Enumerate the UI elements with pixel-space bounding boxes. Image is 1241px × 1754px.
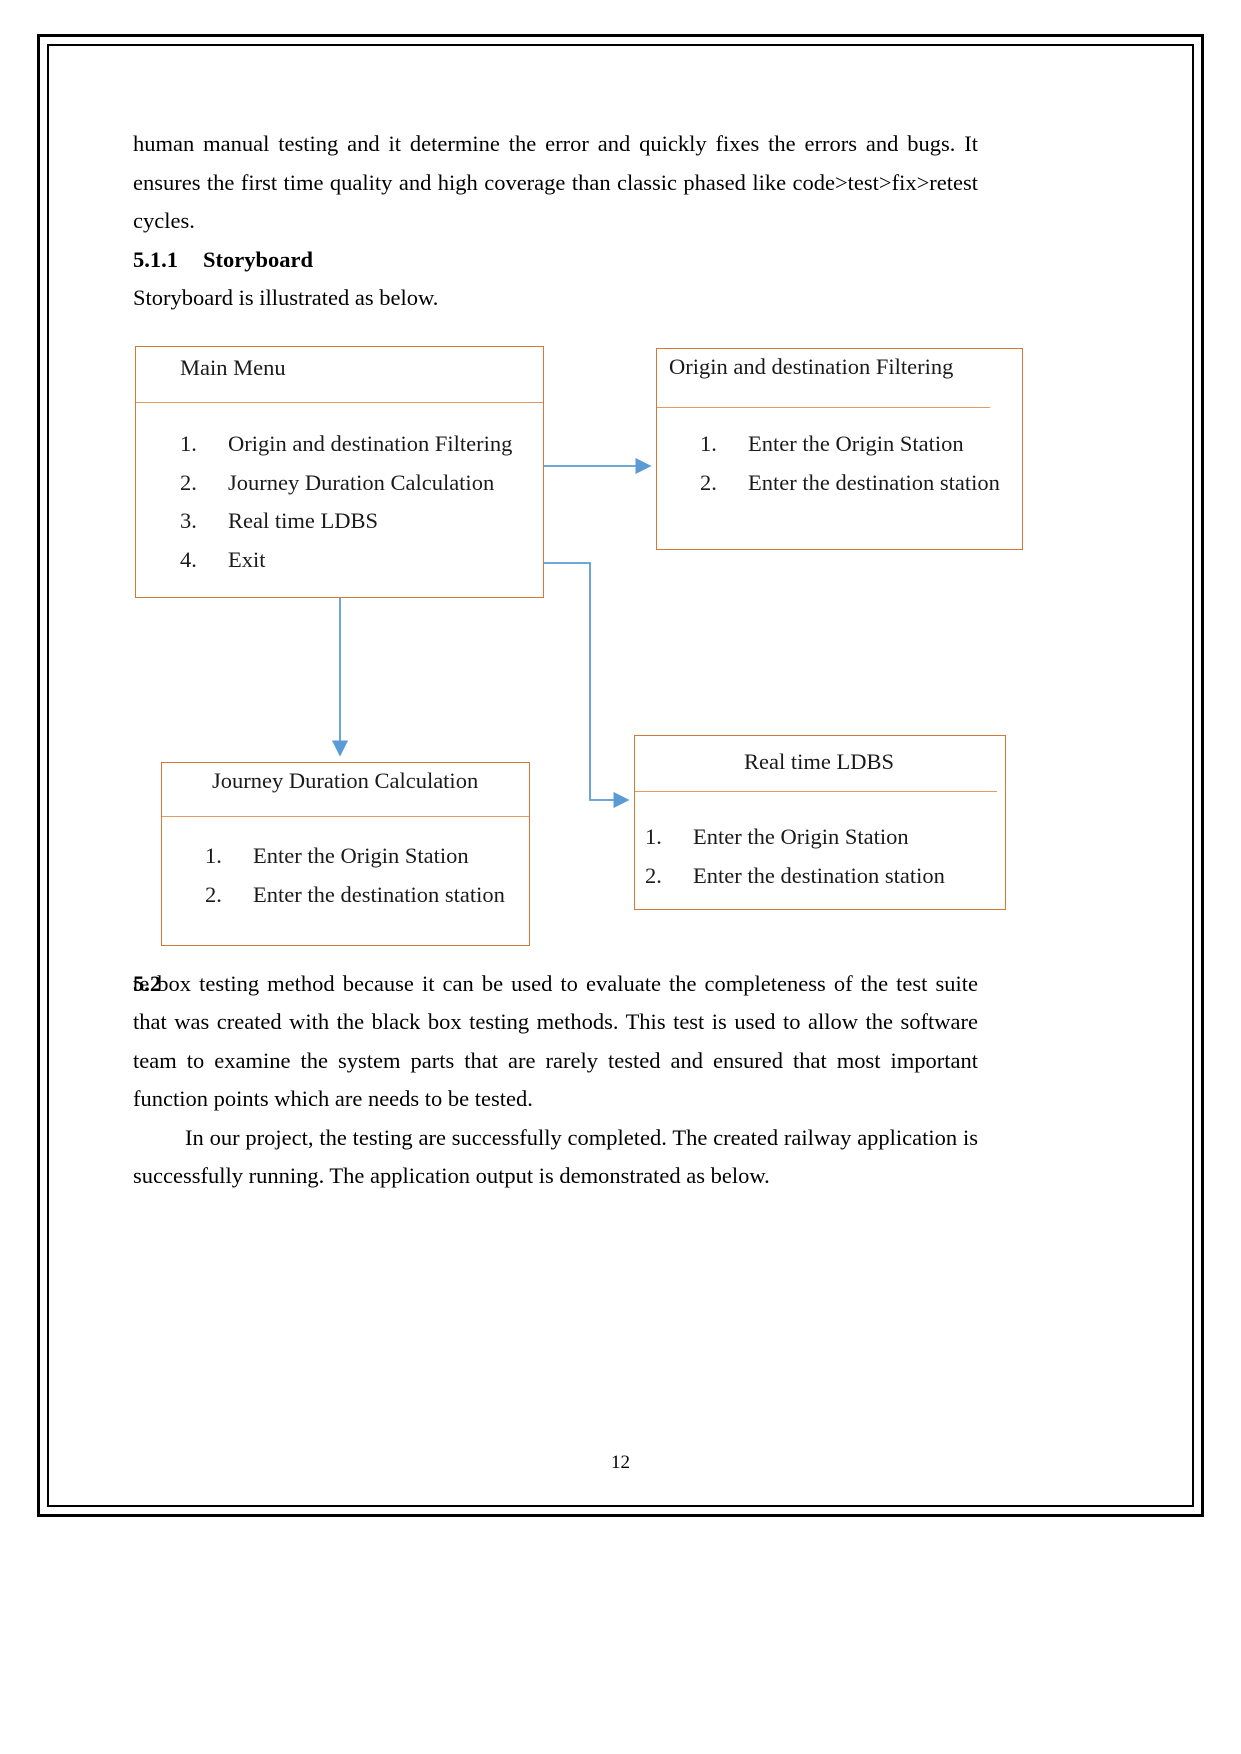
page-number: 12 [611,1452,630,1473]
paragraph-conclusion: In our project, the testing are successf… [133,1124,978,1189]
heading-5-1-1-title: Storyboard [203,246,314,272]
heading-5-2-number: 5.2 [133,971,162,996]
heading-5-2: 5.2 [133,965,161,1004]
paragraph-intro: human manual testing and it determine th… [133,131,978,233]
paragraph-storyboard-intro: Storyboard is illustrated as below. [133,285,439,310]
heading-5-1-1-number: 5.1.1 [133,246,178,272]
document-page: human manual testing and it determine th… [0,0,1241,1754]
page-content: human manual testing and it determine th… [133,125,978,1196]
diagram-spacer [133,318,978,965]
paragraph-white-box-body: te box testing method because it can be … [133,970,978,1112]
heading-5-1-1: 5.1.1 Storyboard [133,241,978,280]
